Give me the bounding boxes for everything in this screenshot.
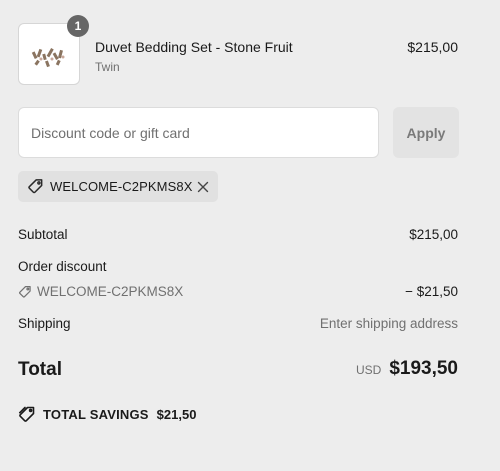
savings-tag-icon <box>18 405 36 423</box>
product-variant: Twin <box>95 60 120 74</box>
product-price: $215,00 <box>407 39 458 55</box>
product-name: Duvet Bedding Set - Stone Fruit <box>95 39 293 55</box>
currency-code: USD <box>355 363 382 377</box>
total-label: Total <box>18 359 62 380</box>
order-discount-label: Order discount <box>18 259 107 274</box>
total-value: $193,50 <box>389 358 458 379</box>
order-discount-code: WELCOME-C2PKMS8X <box>37 284 184 299</box>
applied-discount-code: WELCOME-C2PKMS8X <box>50 179 193 194</box>
quantity-badge: 1 <box>67 15 89 37</box>
total-savings: TOTAL SAVINGS $21,50 <box>18 405 196 423</box>
savings-value: $21,50 <box>156 406 197 422</box>
applied-discount-tag: WELCOME-C2PKMS8X <box>18 171 218 202</box>
shipping-value: Enter shipping address <box>319 316 458 331</box>
tag-icon <box>27 178 44 195</box>
savings-label: TOTAL SAVINGS <box>43 406 149 422</box>
apply-button[interactable]: Apply <box>393 107 459 158</box>
discount-code-input[interactable] <box>18 107 379 158</box>
tag-icon <box>18 285 32 299</box>
shipping-label: Shipping <box>18 316 71 331</box>
remove-discount-icon[interactable] <box>197 181 209 193</box>
order-discount-code-line: WELCOME-C2PKMS8X <box>18 284 183 299</box>
subtotal-value: $215,00 <box>409 227 458 242</box>
total-amount-group: USD $193,50 <box>356 358 458 380</box>
subtotal-label: Subtotal <box>18 227 68 242</box>
order-discount-value: − $21,50 <box>405 284 458 299</box>
